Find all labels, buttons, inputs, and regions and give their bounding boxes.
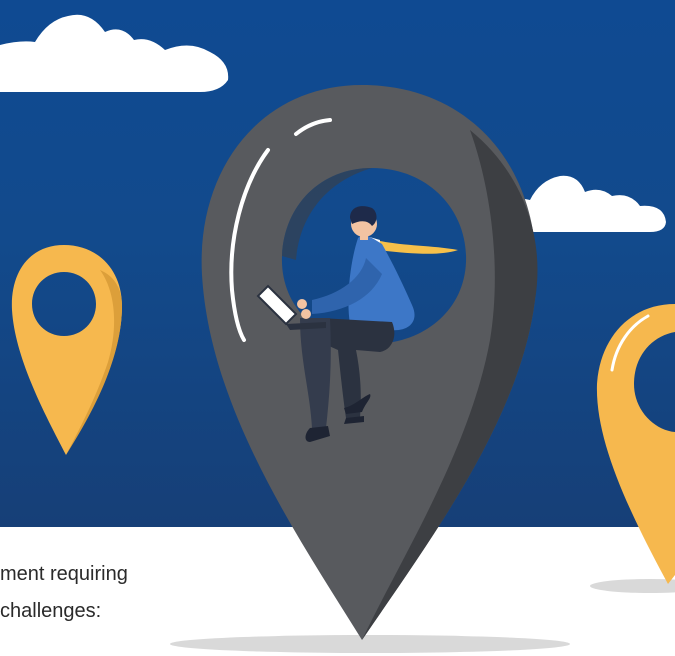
intro-text-line-2: challenges:: [0, 600, 102, 622]
pin-shadow: [590, 579, 675, 593]
cloud-icon: [0, 14, 229, 92]
map-pin-icon: [11, 245, 122, 455]
pin-shadow: [170, 635, 570, 653]
intro-text: ment requiring challenges:: [0, 556, 250, 630]
map-pin-icon: [201, 85, 538, 640]
intro-text-line-1: ment requiring: [0, 563, 128, 585]
map-pin-icon: [596, 304, 675, 584]
